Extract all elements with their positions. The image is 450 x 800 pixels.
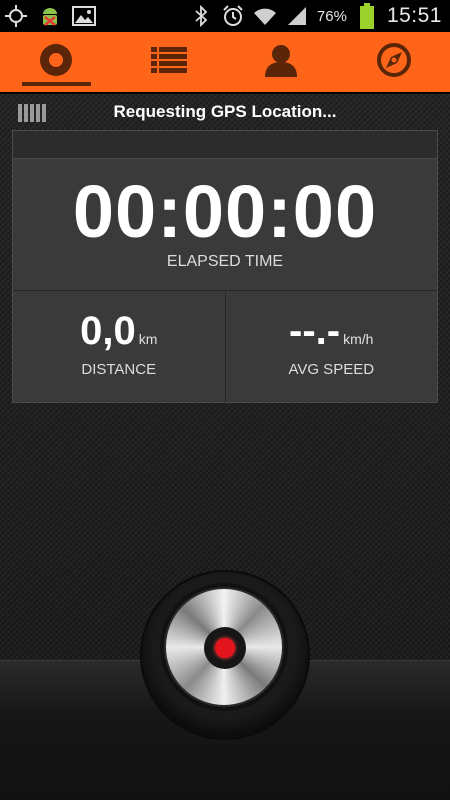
record-circle-icon	[39, 43, 73, 82]
tab-profile[interactable]	[225, 32, 338, 92]
person-icon	[264, 43, 298, 82]
stats-panel-header	[13, 131, 437, 159]
avg-speed-label: AVG SPEED	[288, 361, 375, 378]
distance-label: DISTANCE	[81, 361, 157, 378]
gps-target-icon	[4, 4, 28, 28]
avg-speed-value: --.-	[289, 309, 341, 353]
main-area: Requesting GPS Location... 00:00:00 ELAP…	[0, 94, 450, 800]
wifi-icon	[253, 4, 277, 28]
record-dot-icon	[215, 638, 235, 658]
tab-bar	[0, 32, 450, 94]
bluetooth-icon	[189, 4, 213, 28]
distance-box: 0,0 km DISTANCE	[13, 291, 225, 403]
gps-signal-icon	[18, 104, 46, 122]
elapsed-time-value: 00:00:00	[72, 170, 378, 253]
image-icon	[72, 4, 96, 28]
distance-value: 0,0	[80, 309, 136, 353]
gps-status-row: Requesting GPS Location...	[0, 94, 450, 130]
elapsed-time-label: ELAPSED TIME	[166, 253, 284, 270]
list-icon	[150, 46, 187, 79]
android-debug-icon	[38, 4, 62, 28]
clock-time: 15:51	[386, 4, 442, 27]
compass-icon	[376, 42, 412, 83]
record-button-center	[204, 627, 246, 669]
tab-explore[interactable]	[338, 32, 450, 92]
signal-icon	[285, 4, 309, 28]
record-button[interactable]	[164, 587, 284, 707]
stats-panel: 00:00:00 ELAPSED TIME 0,0 km DISTANCE --.…	[12, 130, 438, 403]
avg-speed-box: --.- km/h AVG SPEED	[224, 291, 438, 403]
alarm-clock-icon	[221, 4, 245, 28]
battery-percent: 76%	[316, 7, 347, 25]
secondary-stats: 0,0 km DISTANCE --.- km/h AVG SPEED	[13, 291, 437, 403]
avg-speed-unit: km/h	[343, 331, 374, 347]
tab-history[interactable]	[113, 32, 226, 92]
tab-record[interactable]	[0, 32, 113, 92]
battery-icon	[355, 3, 379, 29]
distance-unit: km	[138, 331, 158, 347]
status-bar: 76% 15:51	[0, 0, 450, 32]
gps-status-text: Requesting GPS Location...	[113, 102, 337, 121]
elapsed-time-box: 00:00:00 ELAPSED TIME	[13, 159, 437, 291]
